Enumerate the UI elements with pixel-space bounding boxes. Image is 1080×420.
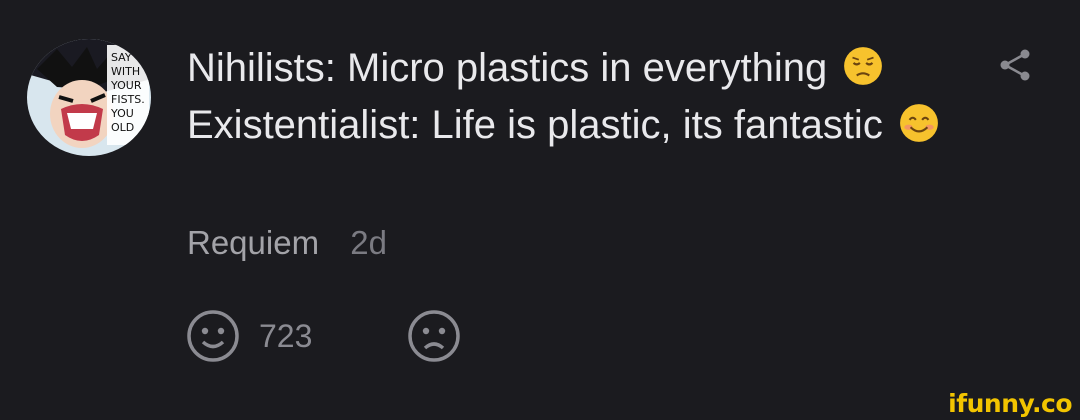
post-text: Nihilists: Micro plastics in everything … xyxy=(187,40,947,154)
like-count: 723 xyxy=(259,318,313,354)
avatar-image: SAY WITH YOUR FISTS. YOU OLD xyxy=(27,39,151,156)
svg-text:YOUR: YOUR xyxy=(110,79,142,92)
share-icon xyxy=(1000,49,1030,81)
smile-icon xyxy=(187,310,239,362)
smiling-face-icon xyxy=(898,102,940,144)
frown-icon xyxy=(408,310,460,362)
svg-text:OLD: OLD xyxy=(111,121,134,134)
dislike-button[interactable] xyxy=(406,308,462,364)
post-text-part1: Nihilists: Micro plastics in everything xyxy=(187,46,828,90)
avatar[interactable]: SAY WITH YOUR FISTS. YOU OLD xyxy=(27,39,151,156)
svg-text:WITH: WITH xyxy=(111,65,140,78)
avatar-bubble-text: SAY xyxy=(111,51,132,64)
post-time: 2d xyxy=(350,224,387,261)
ifunny-watermark: ifunny.co xyxy=(948,389,1072,418)
share-button[interactable] xyxy=(996,46,1034,84)
pensive-face-icon xyxy=(842,45,884,87)
svg-text:YOU: YOU xyxy=(110,107,134,120)
post-text-part2: Existentialist: Life is plastic, its fan… xyxy=(187,103,883,147)
like-button[interactable]: 723 xyxy=(185,308,312,364)
post-meta: Requiem 2d xyxy=(187,224,387,262)
svg-text:FISTS.: FISTS. xyxy=(111,93,145,106)
author-name[interactable]: Requiem xyxy=(187,224,319,261)
